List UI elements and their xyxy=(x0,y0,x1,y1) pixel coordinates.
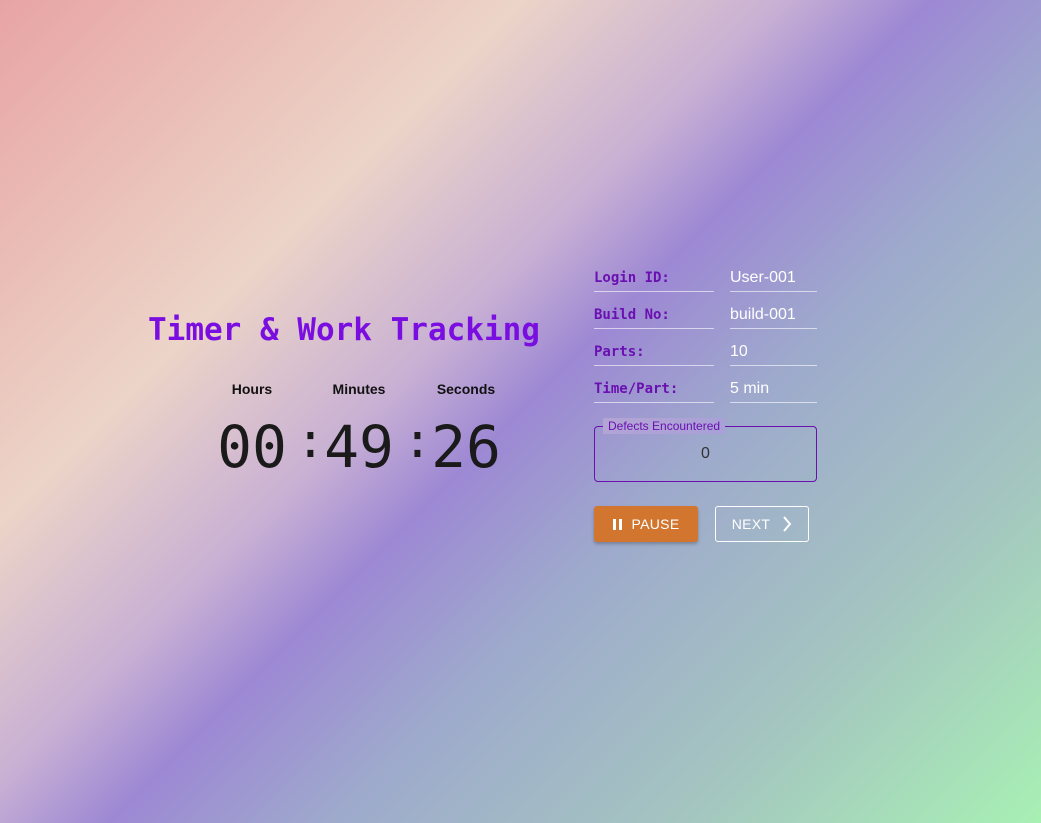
login-id-label: Login ID: xyxy=(594,269,714,292)
login-id-value: User-001 xyxy=(730,269,817,292)
minutes-label: Minutes xyxy=(332,381,386,397)
parts-label: Parts: xyxy=(594,343,714,366)
timer-separator: : xyxy=(403,413,432,469)
defects-label: Defects Encountered xyxy=(603,418,726,434)
pause-button-label: PAUSE xyxy=(631,516,680,532)
minutes-value: 49 xyxy=(324,413,394,481)
hours-value: 00 xyxy=(217,413,287,481)
defects-value[interactable]: 0 xyxy=(595,445,816,463)
pause-icon xyxy=(612,518,622,530)
next-button-label: NEXT xyxy=(731,516,771,532)
next-button[interactable]: NEXT xyxy=(715,506,809,542)
defects-field[interactable]: Defects Encountered 0 xyxy=(594,418,817,482)
build-no-label: Build No: xyxy=(594,306,714,329)
timer-separator: : xyxy=(296,413,325,469)
chevron-right-icon xyxy=(783,516,792,532)
pause-button[interactable]: PAUSE xyxy=(594,506,698,542)
page-title: Timer & Work Tracking xyxy=(148,312,540,348)
hours-label: Hours xyxy=(231,381,273,397)
time-per-part-label: Time/Part: xyxy=(594,380,714,403)
time-per-part-value: 5 min xyxy=(730,380,817,403)
build-no-value: build-001 xyxy=(730,306,817,329)
seconds-label: Seconds xyxy=(436,381,496,397)
parts-value: 10 xyxy=(730,343,817,366)
seconds-value: 26 xyxy=(431,413,501,481)
